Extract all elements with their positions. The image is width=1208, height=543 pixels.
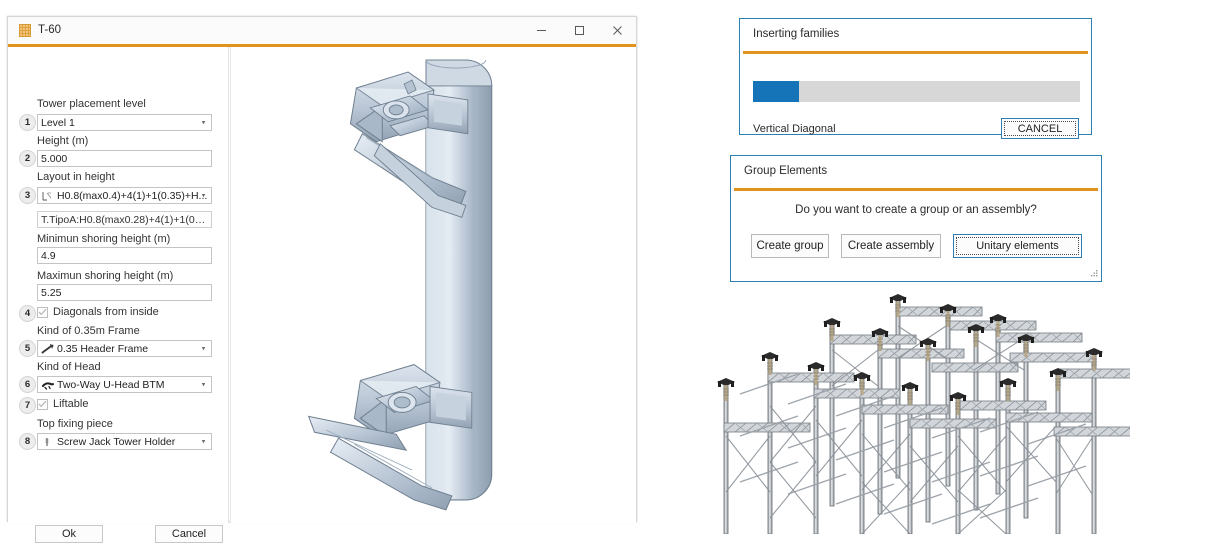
chevron-down-icon: ▾ [201, 192, 206, 200]
step-badge-6: 6 [19, 376, 36, 393]
step-badge-8: 8 [19, 433, 36, 450]
panel-divider [228, 47, 229, 523]
step-badge-5: 5 [19, 340, 36, 357]
tower-placement-level-combo[interactable]: Level 1 ▾ [37, 114, 212, 131]
diagonals-from-inside-checkbox[interactable]: Diagonals from inside [37, 306, 159, 318]
frame-icon [41, 343, 54, 354]
create-group-button[interactable]: Create group [751, 234, 829, 258]
kind-of-head-label: Kind of Head [37, 361, 101, 373]
layout-in-height-value: H0.8(max0.4)+4(1)+1(0.35)+H... [57, 189, 208, 202]
group-elements-dialog: Group Elements Do you want to create a g… [730, 155, 1102, 282]
progress-bar-fill [753, 81, 799, 102]
layout-in-height-combo[interactable]: H0.8(max0.4)+4(1)+1(0.35)+H... ▾ [37, 187, 212, 204]
kind-of-frame-combo[interactable]: 0.35 Header Frame ▾ [37, 340, 212, 357]
resize-grip-icon[interactable] [1089, 269, 1098, 278]
checkbox-box [37, 306, 48, 318]
cancel-button[interactable]: Cancel [155, 525, 223, 543]
step-badge-2: 2 [19, 150, 36, 167]
progress-bar [753, 81, 1080, 102]
height-input[interactable]: 5.000 [37, 150, 212, 167]
max-shoring-height-input[interactable]: 5.25 [37, 284, 212, 301]
window-controls [522, 17, 636, 44]
tower-configuration-dialog: T-60 Tower placement level 1 Level 1 ▾ H… [7, 16, 637, 543]
maximize-icon[interactable] [560, 17, 598, 44]
insert-dialog-title: Inserting families [753, 28, 840, 40]
scaffolding-3d-render [710, 286, 1130, 534]
height-label: Height (m) [37, 135, 89, 147]
group-dialog-title: Group Elements [744, 165, 828, 177]
screwjack-icon [41, 436, 54, 447]
3d-preview-viewport[interactable] [230, 47, 636, 523]
diagonals-from-inside-label: Diagonals from inside [53, 306, 159, 318]
dialog-titlebar[interactable]: T-60 [8, 17, 636, 44]
step-badge-4: 4 [19, 305, 36, 322]
unitary-elements-label: Unitary elements [976, 240, 1059, 252]
checkbox-box [37, 398, 48, 410]
layout-readout-field: T.TipoA:H0.8(max0.28)+4(1)+1(0.35)+H [37, 211, 212, 228]
kind-of-head-combo[interactable]: Two-Way U-Head BTM ▾ [37, 376, 212, 393]
configuration-panel: Tower placement level 1 Level 1 ▾ Height… [8, 47, 229, 543]
min-shoring-height-label: Minimun shoring height (m) [37, 233, 171, 245]
layout-in-height-label: Layout in height [37, 171, 115, 183]
top-fixing-piece-value: Screw Jack Tower Holder [57, 435, 176, 448]
dialog-body: Tower placement level 1 Level 1 ▾ Height… [8, 47, 636, 543]
top-fixing-piece-combo[interactable]: Screw Jack Tower Holder ▾ [37, 433, 212, 450]
inserting-families-dialog: Inserting families Vertical Diagonal CAN… [739, 18, 1092, 139]
accent-band [743, 51, 1088, 54]
min-shoring-height-input[interactable]: 4.9 [37, 247, 212, 264]
step-badge-1: 1 [19, 114, 36, 131]
layout-readout-value: T.TipoA:H0.8(max0.28)+4(1)+1(0.35)+H [41, 213, 208, 226]
top-fixing-piece-label: Top fixing piece [37, 418, 113, 430]
chevron-down-icon: ▾ [201, 381, 206, 389]
current-family-label: Vertical Diagonal [753, 123, 836, 135]
liftable-label: Liftable [53, 398, 89, 410]
tower-placement-level-value: Level 1 [41, 116, 75, 129]
group-dialog-titlebar: Group Elements [731, 156, 1101, 188]
insert-dialog-titlebar: Inserting families [740, 19, 1091, 51]
kind-of-head-value: Two-Way U-Head BTM [57, 378, 165, 391]
insert-cancel-button[interactable]: CANCEL [1001, 118, 1079, 139]
kind-of-frame-value: 0.35 Header Frame [57, 342, 149, 355]
liftable-checkbox[interactable]: Liftable [37, 398, 88, 410]
max-shoring-height-value: 5.25 [41, 286, 62, 299]
head-icon [41, 379, 54, 390]
insert-cancel-label: CANCEL [1017, 122, 1063, 135]
kind-of-frame-label: Kind of 0.35m Frame [37, 325, 140, 337]
create-assembly-button[interactable]: Create assembly [841, 234, 941, 258]
height-value: 5.000 [41, 152, 68, 165]
step-badge-7: 7 [19, 397, 36, 414]
minimize-icon[interactable] [522, 17, 560, 44]
dialog-title: T-60 [38, 24, 62, 36]
accent-band [734, 188, 1098, 191]
ok-button[interactable]: Ok [35, 525, 103, 543]
tower-grid-icon [19, 24, 31, 37]
step-badge-3: 3 [19, 187, 36, 204]
chevron-down-icon: ▾ [201, 119, 206, 127]
close-icon[interactable] [598, 17, 636, 44]
group-dialog-question: Do you want to create a group or an asse… [795, 204, 1037, 216]
min-shoring-height-value: 4.9 [41, 249, 56, 262]
tower-placement-level-label: Tower placement level [37, 98, 146, 110]
layout-icon [41, 190, 54, 201]
unitary-elements-button[interactable]: Unitary elements [953, 234, 1082, 258]
scaffold-illustration [716, 293, 1130, 534]
chevron-down-icon: ▾ [201, 438, 206, 446]
diagonal-brace-3d-model [307, 59, 493, 511]
max-shoring-height-label: Maximun shoring height (m) [37, 270, 174, 282]
chevron-down-icon: ▾ [201, 345, 206, 353]
